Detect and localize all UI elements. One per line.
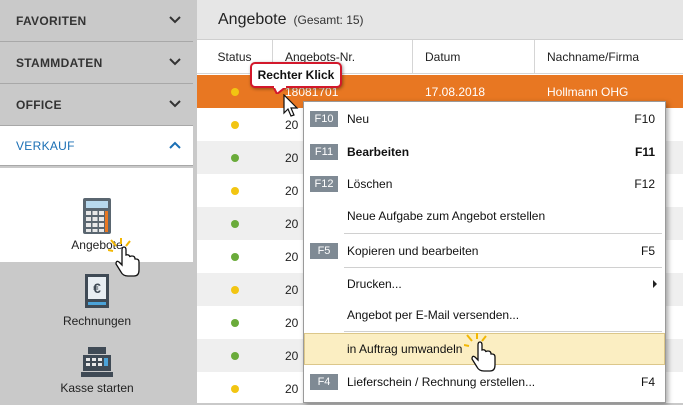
- menu-item-shortcut: F5: [640, 244, 655, 258]
- callout-rechter-klick: Rechter Klick: [250, 62, 342, 88]
- nav-section-label: VERKAUF: [16, 138, 75, 153]
- menu-item-loeschen[interactable]: F12 Löschen F12: [304, 168, 665, 200]
- nav-section-label: STAMMDATEN: [16, 55, 103, 70]
- tile-kasse-starten[interactable]: Kasse starten: [55, 346, 139, 395]
- status-dot: [231, 384, 239, 393]
- tile-label: Rechnungen: [62, 314, 132, 328]
- status-dot: [231, 219, 239, 228]
- callout-tail: [273, 86, 287, 94]
- menu-separator: [344, 331, 662, 332]
- menu-item-label: Kopieren und bearbeiten: [347, 244, 479, 258]
- menu-item-label: Neu: [347, 112, 370, 126]
- nav-section-office[interactable]: OFFICE: [0, 84, 193, 126]
- page-title: Angebote: [218, 10, 287, 28]
- hand-cursor-icon: [108, 238, 140, 277]
- shortcut-key-badge: F12: [310, 176, 338, 192]
- submenu-arrow-icon: [653, 280, 657, 288]
- status-dot: [231, 153, 239, 162]
- status-dot: [231, 351, 239, 360]
- menu-item-label: in Auftrag umwandeln: [347, 342, 463, 356]
- menu-item-shortcut: F12: [634, 177, 655, 191]
- column-header-datum[interactable]: Datum: [413, 39, 535, 74]
- arrow-cursor-icon: [283, 94, 299, 117]
- menu-item-neue-aufgabe[interactable]: Neue Aufgabe zum Angebot erstellen: [304, 200, 665, 232]
- shortcut-key-badge: F10: [310, 111, 338, 127]
- menu-item-shortcut: F10: [634, 112, 655, 126]
- shortcut-key-badge: F5: [310, 243, 338, 259]
- hand-cursor-icon: [464, 333, 496, 372]
- menu-item-drucken[interactable]: Drucken...: [304, 268, 665, 300]
- status-dot: [231, 120, 239, 129]
- nav-section-favoriten[interactable]: FAVORITEN: [0, 0, 193, 42]
- menu-item-label: Lieferschein / Rechnung erstellen...: [347, 375, 536, 389]
- chevron-up-icon: [169, 141, 181, 151]
- status-dot: [231, 252, 239, 261]
- sidebar: FAVORITEN STAMMDATEN OFFICE VERKAUF Ange…: [0, 0, 193, 403]
- total-count: (Gesamt: 15): [293, 12, 364, 27]
- nav-section-stammdaten[interactable]: STAMMDATEN: [0, 42, 193, 84]
- cell-nachname-firma: Hollmann OHG: [547, 84, 629, 99]
- column-header-nachname-firma[interactable]: Nachname/Firma: [535, 40, 683, 74]
- menu-item-label: Angebot per E-Mail versenden...: [347, 308, 520, 322]
- menu-item-email[interactable]: Angebot per E-Mail versenden...: [304, 299, 665, 331]
- shortcut-key-badge: F4: [310, 374, 338, 390]
- menu-item-shortcut: F11: [634, 145, 655, 159]
- menu-item-neu[interactable]: F10 Neu F10: [304, 103, 665, 135]
- calculator-icon: [83, 198, 111, 234]
- nav-section-verkauf[interactable]: VERKAUF: [0, 126, 193, 166]
- menu-item-label: Löschen: [347, 177, 393, 191]
- status-dot: [231, 87, 239, 96]
- menu-item-label: Neue Aufgabe zum Angebot erstellen: [347, 209, 546, 223]
- panel-header: Angebote (Gesamt: 15): [197, 0, 683, 40]
- status-dot: [231, 318, 239, 327]
- tile-rechnungen[interactable]: € Rechnungen: [55, 273, 139, 328]
- shortcut-key-badge: F11: [310, 144, 338, 160]
- status-dot: [231, 285, 239, 294]
- menu-item-label: Drucken...: [347, 277, 402, 291]
- chevron-down-icon: [169, 99, 181, 110]
- svg-text:€: €: [93, 280, 101, 296]
- nav-section-label: OFFICE: [16, 97, 62, 112]
- menu-item-shortcut: F4: [640, 375, 655, 389]
- chevron-down-icon: [169, 57, 181, 68]
- menu-separator: [344, 233, 662, 234]
- cell-datum: 17.08.2018: [425, 84, 486, 99]
- tile-label: Kasse starten: [60, 381, 134, 395]
- callout-label: Rechter Klick: [257, 68, 335, 82]
- chevron-down-icon: [169, 15, 181, 26]
- menu-item-kopieren[interactable]: F5 Kopieren und bearbeiten F5: [304, 235, 665, 267]
- menu-item-label: Bearbeiten: [347, 145, 410, 159]
- status-dot: [231, 186, 239, 195]
- cash-register-icon: [81, 347, 113, 377]
- invoice-euro-icon: €: [85, 274, 109, 308]
- menu-item-bearbeiten[interactable]: F11 Bearbeiten F11: [304, 136, 665, 168]
- nav-section-label: FAVORITEN: [16, 13, 87, 28]
